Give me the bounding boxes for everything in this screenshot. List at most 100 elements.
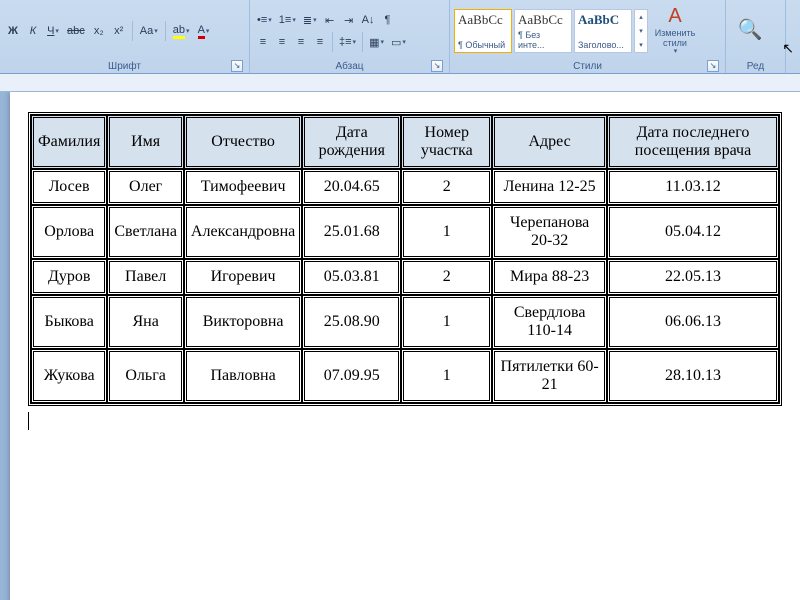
change-styles-button[interactable]: A Изменить стили ▾ [650,5,700,57]
align-left-button[interactable]: ≡ [254,32,272,52]
table-cell[interactable]: 22.05.13 [607,259,779,295]
table-cell[interactable]: 11.03.12 [607,169,779,205]
table-cell[interactable]: Свердлова 110-14 [492,295,607,349]
table-cell[interactable]: 25.01.68 [302,205,401,259]
chevron-down-icon: ▾ [292,16,296,24]
table-cell[interactable]: Пятилетки 60-21 [492,349,607,403]
table-row[interactable]: ОрловаСветланаАлександровна25.01.681Чере… [31,205,779,259]
decrease-indent-button[interactable]: ⇤ [321,10,339,30]
table-cell[interactable]: Ленина 12-25 [492,169,607,205]
table-header-cell[interactable]: Адрес [492,115,607,169]
increase-indent-button[interactable]: ⇥ [340,10,358,30]
multilevel-button[interactable]: ≣▾ [300,10,320,30]
highlight-button[interactable]: ab▾ [170,21,193,41]
table-cell[interactable]: Светлана [107,205,184,259]
table-cell[interactable]: Павловна [184,349,302,403]
line-spacing-icon: ‡≡ [339,36,352,48]
strike-button[interactable]: abc [64,21,88,41]
styles-more-button[interactable]: ▴ ▾ ▾ [634,9,648,53]
font-color-icon: A [198,24,205,39]
table-cell[interactable]: Черепанова 20-32 [492,205,607,259]
table-cell[interactable]: Ольга [107,349,184,403]
table-row[interactable]: БыковаЯнаВикторовна25.08.901Свердлова 11… [31,295,779,349]
bullets-button[interactable]: •≡▾ [254,10,275,30]
align-center-button[interactable]: ≡ [273,32,291,52]
table-cell[interactable]: 06.06.13 [607,295,779,349]
change-case-button[interactable]: Aa▾ [137,21,161,41]
styles-dialog-launcher[interactable]: ↘ [707,60,719,72]
table-row[interactable]: ЖуковаОльгаПавловна07.09.951Пятилетки 60… [31,349,779,403]
table-cell[interactable]: Лосев [31,169,107,205]
multilevel-icon: ≣ [303,14,312,27]
style-preview: AaBbC [578,12,628,28]
table-cell[interactable]: Игоревич [184,259,302,295]
align-right-button[interactable]: ≡ [292,32,310,52]
find-icon: 🔍 [738,20,763,41]
table-row[interactable]: ЛосевОлегТимофеевич20.04.652Ленина 12-25… [31,169,779,205]
table-cell[interactable]: 1 [401,295,492,349]
align-justify-button[interactable]: ≡ [311,32,329,52]
table-cell[interactable]: Мира 88-23 [492,259,607,295]
table-cell[interactable]: Олег [107,169,184,205]
italic-button[interactable]: К [24,21,42,41]
show-marks-button[interactable]: ¶ [378,10,396,30]
separator [362,32,363,52]
patients-table[interactable]: ФамилияИмяОтчествоДата рожденияНомер уча… [28,112,782,406]
chevron-down-icon: ▾ [674,48,678,55]
shading-button[interactable]: ▦▾ [366,32,387,52]
table-cell[interactable]: Тимофеевич [184,169,302,205]
table-cell[interactable]: Викторовна [184,295,302,349]
table-header-cell[interactable]: Отчество [184,115,302,169]
style-tile[interactable]: AaBbCc¶ Обычный [454,9,512,53]
font-dialog-launcher[interactable]: ↘ [231,60,243,72]
superscript-button[interactable]: x² [110,21,128,41]
ruler[interactable] [0,74,800,92]
underline-button[interactable]: Ч▾ [44,21,62,41]
table-cell[interactable]: Яна [107,295,184,349]
chevron-down-icon: ▾ [402,38,406,46]
line-spacing-button[interactable]: ‡≡▾ [336,32,359,52]
font-color-button[interactable]: A▾ [195,21,213,41]
table-header-cell[interactable]: Номер участка [401,115,492,169]
document-page[interactable]: ФамилияИмяОтчествоДата рожденияНомер уча… [10,92,800,600]
table-cell[interactable]: 2 [401,259,492,295]
table-header-cell[interactable]: Дата рождения [302,115,401,169]
group-editing-title: Ред [730,60,781,73]
table-cell[interactable]: Дуров [31,259,107,295]
bold-button[interactable]: Ж [4,21,22,41]
change-styles-label: Изменить стили [655,29,696,48]
style-tile[interactable]: AaBbCЗаголово... [574,9,632,53]
table-header-cell[interactable]: Имя [107,115,184,169]
table-cell[interactable]: 05.04.12 [607,205,779,259]
table-cell[interactable]: 28.10.13 [607,349,779,403]
borders-button[interactable]: ▭▾ [388,32,409,52]
table-header-cell[interactable]: Фамилия [31,115,107,169]
table-cell[interactable]: 05.03.81 [302,259,401,295]
table-cell[interactable]: 25.08.90 [302,295,401,349]
underline-label: Ч [47,25,54,37]
table-cell[interactable]: 07.09.95 [302,349,401,403]
table-header-cell[interactable]: Дата последнего посещения врача [607,115,779,169]
group-editing: 🔍 Ред [726,0,786,73]
table-cell[interactable]: 20.04.65 [302,169,401,205]
table-cell[interactable]: Быкова [31,295,107,349]
table-cell[interactable]: Жукова [31,349,107,403]
table-cell[interactable]: 1 [401,349,492,403]
separator [132,21,133,41]
chevron-down-icon: ▾ [639,27,643,35]
table-row[interactable]: ДуровПавелИгоревич05.03.812Мира 88-2322.… [31,259,779,295]
table-cell[interactable]: 2 [401,169,492,205]
table-cell[interactable]: 1 [401,205,492,259]
subscript-button[interactable]: x₂ [90,21,108,41]
paragraph-dialog-launcher[interactable]: ↘ [431,60,443,72]
style-tile[interactable]: AaBbCc¶ Без инте... [514,9,572,53]
table-cell[interactable]: Александровна [184,205,302,259]
find-button[interactable]: 🔍 [730,5,770,57]
group-paragraph: •≡▾ 1≡▾ ≣▾ ⇤ ⇥ A↓ ¶ ≡ ≡ ≡ ≡ ‡≡▾ ▦▾ [250,0,450,73]
table-cell[interactable]: Павел [107,259,184,295]
numbering-button[interactable]: 1≡▾ [276,10,299,30]
sort-button[interactable]: A↓ [359,10,378,30]
table-cell[interactable]: Орлова [31,205,107,259]
style-preview: AaBbCc [458,12,508,28]
chevron-down-icon: ▾ [186,27,190,35]
